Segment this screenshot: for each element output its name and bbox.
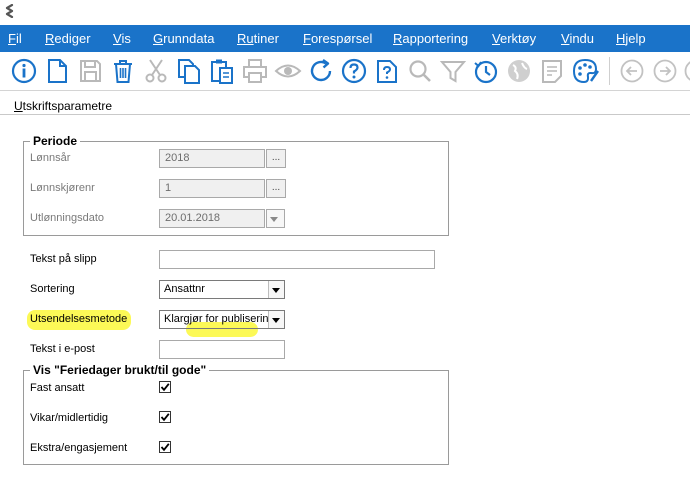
- chevron-down-icon: [268, 311, 284, 328]
- tekst-pa-slipp-input[interactable]: [159, 250, 435, 269]
- globe-button[interactable]: [505, 57, 533, 85]
- parameters-panel: Periode Lønnsår 2018 ... Lønnskjørenr 1 …: [0, 125, 690, 479]
- menu-verktoy[interactable]: Verktøy: [492, 31, 536, 46]
- forward-button[interactable]: [651, 57, 679, 85]
- periode-legend: Periode: [33, 134, 78, 148]
- utlonningsdato-field[interactable]: 20.01.2018: [159, 209, 265, 228]
- delete-button[interactable]: [109, 57, 137, 85]
- info-button[interactable]: [10, 57, 38, 85]
- checkmark-icon: [160, 443, 170, 452]
- search-button[interactable]: [406, 57, 434, 85]
- chevron-down-icon: [268, 281, 284, 298]
- lonnsar-lookup-button[interactable]: ...: [266, 149, 286, 168]
- info-icon: [11, 58, 37, 84]
- history-icon: [474, 60, 498, 84]
- ekstra-checkbox[interactable]: [159, 441, 171, 453]
- ekstra-label: Ekstra/engasjement: [30, 442, 128, 454]
- lonnskjorenr-lookup-button[interactable]: ...: [266, 179, 286, 198]
- utsendelsesmetode-dropdown[interactable]: Klargjør for publisering: [159, 310, 285, 329]
- utsendelsesmetode-value: Klargjør for publisering: [164, 313, 268, 325]
- next-button[interactable]: [682, 57, 690, 85]
- title-bar: [0, 0, 690, 25]
- document-query-icon: [377, 60, 397, 83]
- menu-rediger[interactable]: Rediger: [45, 31, 91, 46]
- lonnsar-field[interactable]: 2018: [159, 149, 265, 168]
- app-logo-icon: [5, 4, 14, 18]
- vikar-label: Vikar/midlertidig: [30, 412, 109, 424]
- chevron-down-icon: [267, 210, 284, 227]
- menu-hjelp[interactable]: Hjelp: [616, 31, 646, 46]
- back-icon: [620, 59, 644, 83]
- checkmark-icon: [160, 383, 170, 392]
- help-button[interactable]: [340, 57, 368, 85]
- cut-button[interactable]: [142, 57, 170, 85]
- utlonningsdato-dropdown[interactable]: [266, 209, 285, 228]
- toolbar-separator: [609, 57, 610, 85]
- print-icon: [243, 59, 267, 83]
- page-title: Utskriftsparametre: [14, 99, 113, 113]
- vikar-checkbox[interactable]: [159, 411, 171, 423]
- cut-icon: [145, 59, 167, 83]
- refresh-icon: [310, 59, 332, 82]
- menu-bar: Fil Rediger Vis Grunndata Rutiner Foresp…: [0, 25, 690, 52]
- menu-grunndata[interactable]: Grunndata: [153, 31, 214, 46]
- fast-ansatt-checkbox[interactable]: [159, 381, 171, 393]
- preview-button[interactable]: [274, 57, 302, 85]
- preview-icon: [274, 64, 302, 78]
- toolbar: [0, 52, 690, 91]
- palette-button[interactable]: [571, 57, 599, 85]
- tekst-epost-input[interactable]: [159, 340, 285, 359]
- new-button[interactable]: [43, 57, 71, 85]
- globe-icon: [508, 60, 530, 82]
- fast-ansatt-label: Fast ansatt: [30, 382, 85, 394]
- copy-icon: [178, 59, 200, 84]
- refresh-button[interactable]: [307, 57, 335, 85]
- filter-icon: [439, 61, 467, 83]
- paste-icon: [211, 59, 233, 84]
- save-icon: [80, 60, 101, 82]
- utsendelsesmetode-label: Utsendelsesmetode: [30, 313, 128, 325]
- tekst-epost-label: Tekst i e-post: [30, 343, 95, 355]
- menu-rutiner[interactable]: Rutiner: [237, 31, 279, 46]
- title-divider: [0, 114, 690, 115]
- help-icon: [341, 58, 367, 84]
- save-button[interactable]: [76, 57, 104, 85]
- lonnskjorenr-field[interactable]: 1: [159, 179, 265, 198]
- next-icon: [684, 61, 690, 81]
- sortering-label: Sortering: [30, 283, 75, 295]
- menu-vis[interactable]: Vis: [113, 31, 131, 46]
- feriedager-legend: Vis "Feriedager brukt/til gode": [33, 363, 207, 377]
- copy-button[interactable]: [175, 57, 203, 85]
- notes-button[interactable]: [538, 57, 566, 85]
- back-button[interactable]: [618, 57, 646, 85]
- lonnskjorenr-label: Lønnskjørenr: [30, 182, 95, 194]
- checkmark-icon: [160, 413, 170, 422]
- lonnsar-label: Lønnsår: [30, 152, 71, 164]
- history-button[interactable]: [472, 57, 500, 85]
- notes-icon: [542, 60, 562, 83]
- delete-icon: [114, 60, 132, 83]
- menu-fil[interactable]: Fil: [8, 31, 22, 46]
- print-button[interactable]: [241, 57, 269, 85]
- palette-icon: [572, 58, 599, 84]
- sortering-dropdown[interactable]: Ansattnr: [159, 280, 285, 299]
- document-query-button[interactable]: [373, 57, 401, 85]
- filter-button[interactable]: [439, 57, 467, 85]
- menu-foresporsel[interactable]: Forespørsel: [303, 31, 372, 46]
- utlonningsdato-label: Utlønningsdato: [30, 212, 104, 224]
- forward-icon: [653, 59, 677, 83]
- new-document-icon: [48, 59, 67, 83]
- menu-rapportering[interactable]: Rapportering: [393, 31, 468, 46]
- search-icon: [409, 60, 431, 82]
- paste-button[interactable]: [208, 57, 236, 85]
- menu-vindu[interactable]: Vindu: [561, 31, 594, 46]
- tekst-pa-slipp-label: Tekst på slipp: [30, 253, 97, 265]
- sortering-value: Ansattnr: [164, 283, 205, 295]
